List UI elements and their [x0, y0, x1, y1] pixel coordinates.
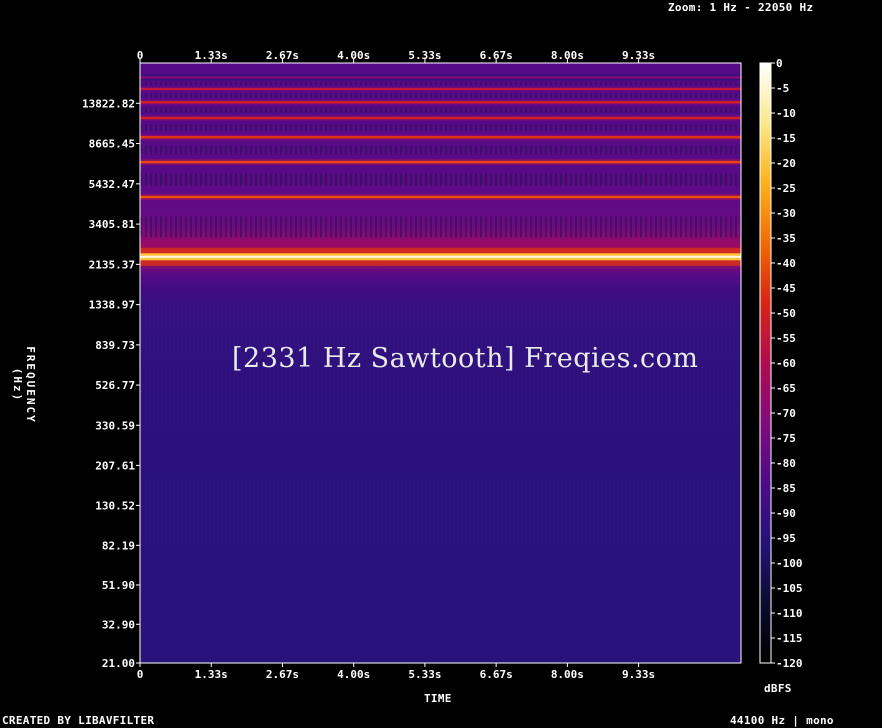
colorbar-tick-label: -110 — [776, 607, 803, 620]
x-tick-label-top: 0 — [137, 49, 144, 62]
y-tick-label: 32.90 — [102, 618, 135, 631]
colorbar-tick-label: -85 — [776, 482, 796, 495]
colorbar-tick-label: -105 — [776, 582, 803, 595]
spectrogram-figure: Zoom: 1 Hz - 22050 Hz 21.00 32.90 51.90 82.… — [0, 0, 882, 728]
y-tick-label: 526.77 — [95, 379, 135, 392]
x-tick-label-bottom: 8.00s — [551, 668, 584, 681]
colorbar-tick-label: -65 — [776, 382, 796, 395]
colorbar-tick-label: -40 — [776, 257, 796, 270]
colorbar-tick-label: -120 — [776, 657, 803, 670]
colorbar-tick-label: -95 — [776, 532, 796, 545]
colorbar-tick-label: -80 — [776, 457, 796, 470]
y-axis-label: FREQUENCY (Hz) — [11, 346, 37, 424]
colorbar — [760, 63, 771, 663]
colorbar-tick-label: -50 — [776, 307, 796, 320]
x-tick-label-bottom: 4.00s — [337, 668, 370, 681]
x-tick-label-bottom: 2.67s — [266, 668, 299, 681]
y-tick-label: 1338.97 — [89, 299, 135, 312]
x-tick-label-top: 8.00s — [551, 49, 584, 62]
colorbar-tick-label: -15 — [776, 132, 796, 145]
x-tick-label-bottom: 1.33s — [195, 668, 228, 681]
harmonic-line — [140, 136, 741, 139]
x-tick-label-top: 5.33s — [408, 49, 441, 62]
y-tick-label: 839.73 — [95, 339, 135, 352]
colorbar-tick-label: -30 — [776, 207, 796, 220]
x-tick-label-top: 9.33s — [622, 49, 655, 62]
harmonic-line-core — [140, 255, 741, 258]
x-tick-label-top: 6.67s — [480, 49, 513, 62]
created-by-label: CREATED BY LIBAVFILTER — [2, 714, 155, 727]
y-tick-label: 51.90 — [102, 579, 135, 592]
colorbar-unit-label: dBFS — [764, 682, 792, 695]
colorbar-tick-label: -20 — [776, 157, 796, 170]
harmonic-line — [140, 101, 741, 104]
colorbar-tick-label: -90 — [776, 507, 796, 520]
watermark-text: [2331 Hz Sawtooth] Freqies.com — [232, 343, 699, 374]
colorbar-tick-label: -70 — [776, 407, 796, 420]
colorbar-tick-label: -55 — [776, 332, 796, 345]
harmonic-line — [140, 116, 741, 120]
y-tick-label: 13822.82 — [82, 97, 135, 110]
colorbar-tick-label: -75 — [776, 432, 796, 445]
x-tick-label-top: 2.67s — [266, 49, 299, 62]
harmonic-line — [140, 76, 741, 79]
colorbar-tick-label: -10 — [776, 107, 796, 120]
x-tick-label-bottom: 0 — [137, 668, 144, 681]
harmonic-line — [140, 160, 741, 164]
colorbar-tick-label: -5 — [776, 82, 789, 95]
colorbar-tick-label: -60 — [776, 357, 796, 370]
harmonic-line — [140, 87, 741, 91]
y-tick-label: 5432.47 — [89, 178, 135, 191]
colorbar-tick-label: 0 — [776, 57, 783, 70]
y-tick-label: 3405.81 — [89, 218, 136, 231]
x-tick-label-bottom: 9.33s — [622, 668, 655, 681]
y-tick-label: 207.61 — [95, 459, 135, 472]
harmonic-line — [140, 195, 741, 199]
colorbar-tick-label: -115 — [776, 632, 803, 645]
y-tick-label: 82.19 — [102, 539, 135, 552]
y-tick-label: 330.59 — [95, 419, 135, 432]
y-tick-label: 8665.45 — [89, 138, 135, 151]
x-tick-label-top: 1.33s — [195, 49, 228, 62]
colorbar-tick-label: -45 — [776, 282, 796, 295]
sample-info-label: 44100 Hz | mono — [730, 714, 834, 727]
colorbar-tick-label: -35 — [776, 232, 796, 245]
y-tick-label: 2135.37 — [89, 258, 135, 271]
colorbar-tick-label: -25 — [776, 182, 796, 195]
x-tick-label-top: 4.00s — [337, 49, 370, 62]
x-tick-label-bottom: 5.33s — [408, 668, 441, 681]
y-tick-label: 21.00 — [102, 657, 135, 670]
x-tick-label-bottom: 6.67s — [480, 668, 513, 681]
colorbar-tick-label: -100 — [776, 557, 803, 570]
x-axis-label: TIME — [424, 692, 452, 705]
y-tick-label: 130.52 — [95, 499, 135, 512]
